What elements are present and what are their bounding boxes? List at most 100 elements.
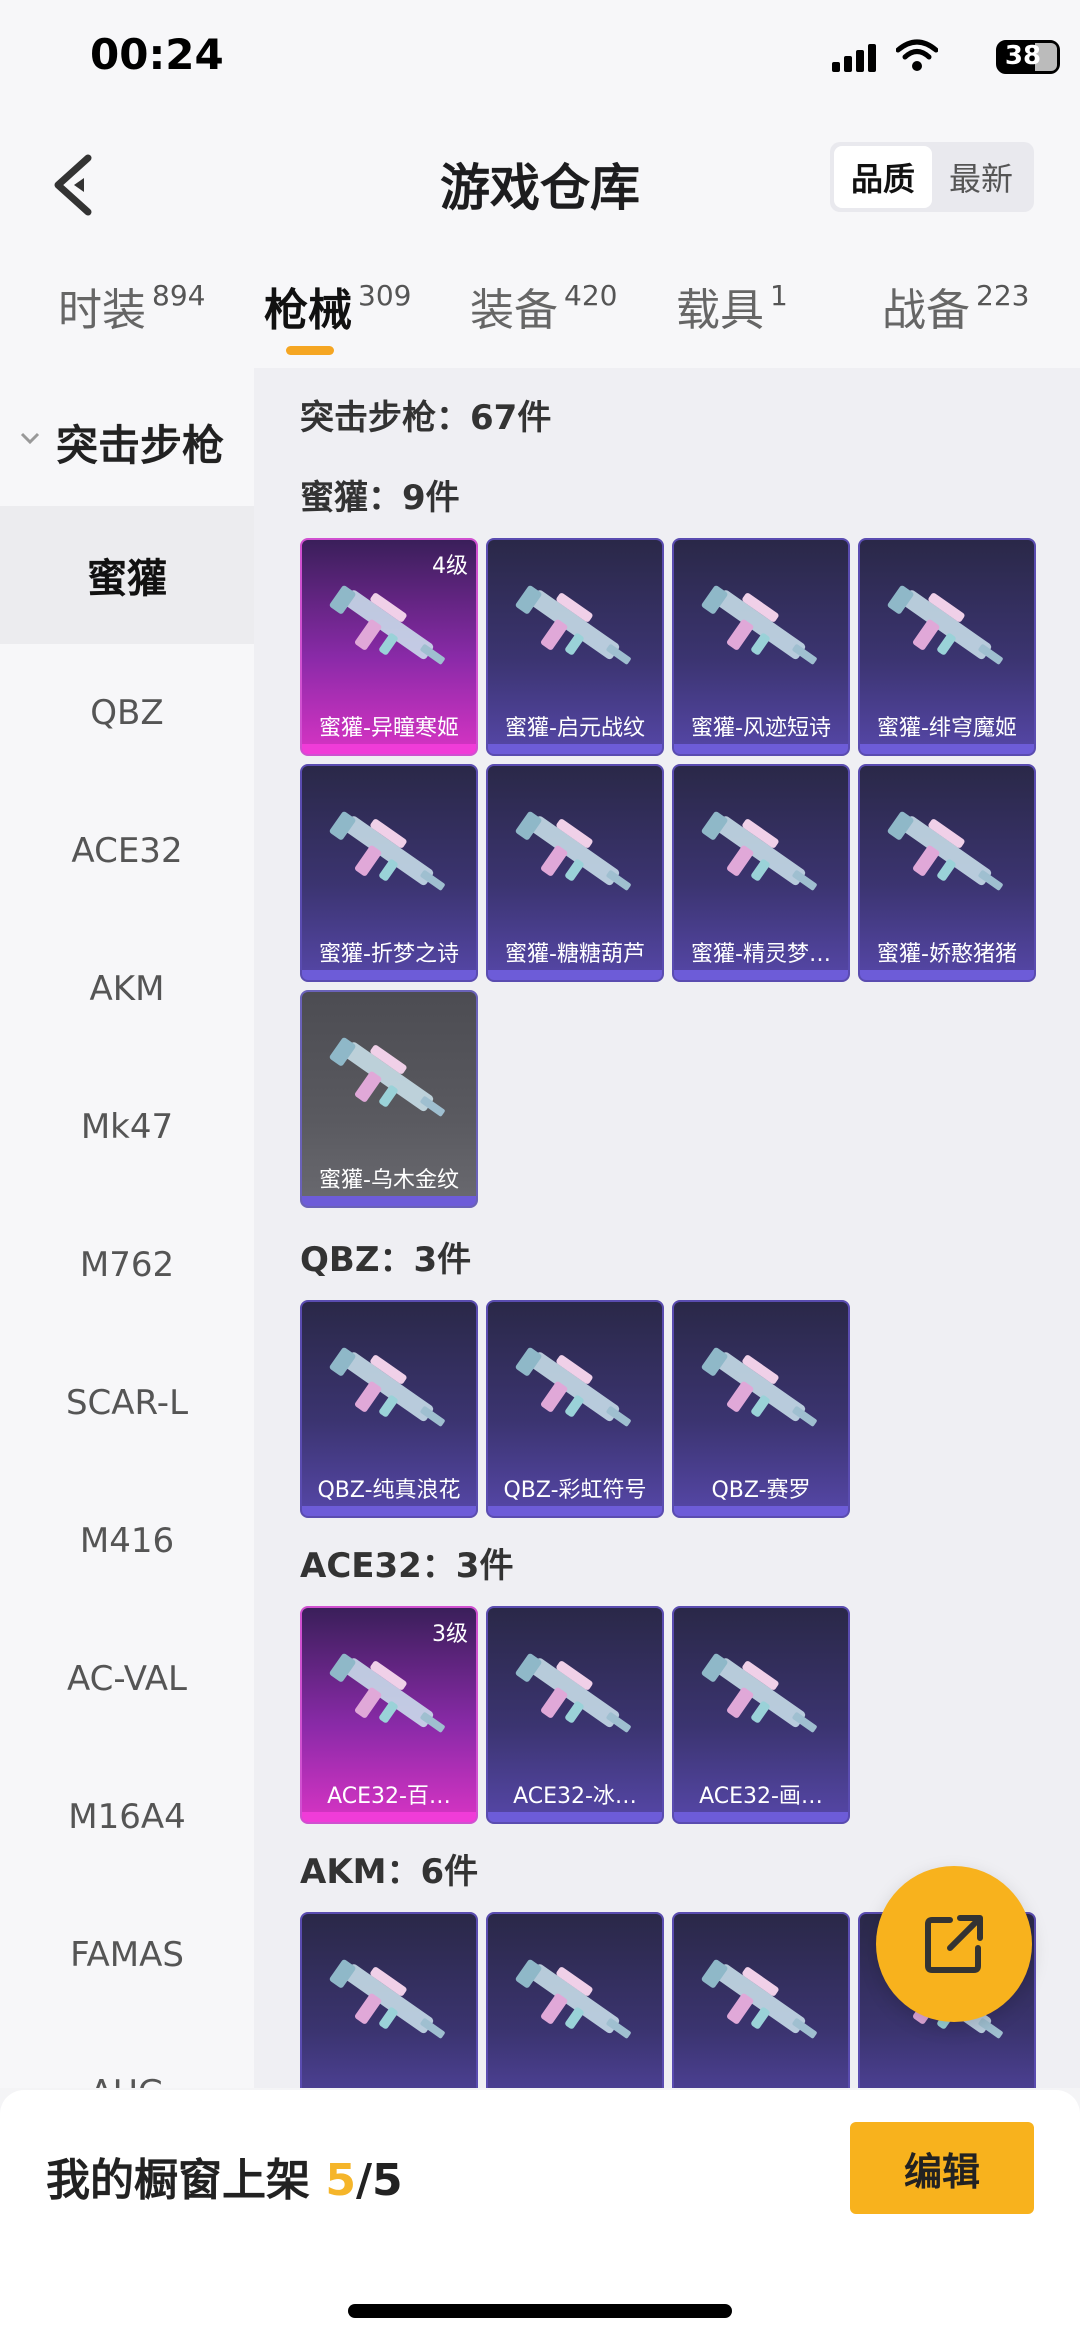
rarity-bar	[302, 1506, 476, 1516]
skin-name: ACE32-冰…	[513, 1784, 637, 1809]
rifle-icon	[701, 811, 817, 891]
weapon-skin-card[interactable]: 蜜獾-风迹短诗	[672, 538, 850, 756]
showcase-status: 我的橱窗上架 5/5	[46, 2144, 403, 2208]
rifle-icon	[887, 811, 1003, 891]
weapon-skin-card[interactable]	[486, 1912, 664, 2088]
weapon-skin-card[interactable]: ACE32-冰…	[486, 1606, 664, 1824]
skin-level: 3级	[432, 1622, 468, 1647]
sidebar-category-header[interactable]: 突击步枪	[0, 368, 254, 506]
rifle-icon	[329, 811, 445, 891]
sidebar-item-m762[interactable]: M762	[0, 1196, 254, 1334]
sidebar-item-m16a4[interactable]: M16A4	[0, 1748, 254, 1886]
rifle-icon	[701, 1959, 817, 2039]
weapon-skin-card[interactable]: QBZ-赛罗	[672, 1300, 850, 1518]
weapon-skin-card[interactable]: 蜜獾-糖糖葫芦	[486, 764, 664, 982]
rarity-bar	[488, 1812, 662, 1822]
weapon-skin-card[interactable]: 蜜獾-绯穹魔姬	[858, 538, 1036, 756]
active-tab-indicator	[286, 346, 334, 355]
tab-label: 时装	[58, 285, 146, 336]
rifle-icon	[515, 1347, 631, 1427]
tab-equipment[interactable]: 装备 420	[470, 274, 617, 338]
sort-toggle: 品质 最新	[830, 142, 1034, 212]
section-title: ACE32：3件	[300, 1546, 514, 1586]
weapon-skin-card[interactable]	[672, 1912, 850, 2088]
tab-label: 战备	[882, 285, 970, 336]
skin-name: 蜜獾-折梦之诗	[319, 942, 459, 967]
wifi-icon	[896, 39, 938, 71]
sidebar-item-m416[interactable]: M416	[0, 1472, 254, 1610]
category-summary: 突击步枪：67件	[300, 398, 552, 438]
skin-name: 蜜獾-绯穹魔姬	[877, 716, 1017, 741]
sort-newest-button[interactable]: 最新	[932, 146, 1030, 208]
showcase-total-count: 5	[372, 2155, 403, 2206]
showcase-current-count: 5	[325, 2155, 356, 2206]
rifle-icon	[329, 1959, 445, 2039]
weapon-skin-card[interactable]: 蜜獾-乌木金纹	[300, 990, 478, 1208]
weapon-skin-card[interactable]: QBZ-纯真浪花	[300, 1300, 478, 1518]
sidebar-item-mk47[interactable]: Mk47	[0, 1058, 254, 1196]
sidebar-item-ac-val[interactable]: AC-VAL	[0, 1610, 254, 1748]
rarity-bar	[860, 744, 1034, 754]
weapon-skin-card[interactable]: ACE32-画…	[672, 1606, 850, 1824]
sidebar-item-akm[interactable]: AKM	[0, 920, 254, 1058]
sort-quality-button[interactable]: 品质	[834, 146, 932, 208]
weapon-skin-card[interactable]: 蜜獾-娇憨猪猪	[858, 764, 1036, 982]
sidebar-item-famas[interactable]: FAMAS	[0, 1886, 254, 2024]
weapon-grid-panel: 突击步枪：67件 蜜獾：9件 4级 蜜獾-异瞳寒姬 蜜獾-启元战纹 蜜獾-风迹短诗 蜜獾…	[254, 368, 1080, 2088]
tab-count: 420	[564, 279, 618, 312]
tab-count: 1	[770, 279, 788, 312]
skin-name: 蜜獾-乌木金纹	[319, 1168, 459, 1193]
sidebar-item-honey-badger[interactable]: 蜜獾	[0, 506, 254, 644]
weapon-skin-card[interactable]	[300, 1912, 478, 2088]
tab-firearms[interactable]: 枪械 309	[264, 274, 411, 338]
home-indicator	[348, 2304, 732, 2318]
showcase-bar: 我的橱窗上架 5/5 编辑	[0, 2090, 1080, 2339]
tab-count: 223	[976, 279, 1030, 312]
rifle-icon	[329, 1653, 445, 1733]
weapon-skin-card[interactable]: 4级 蜜獾-异瞳寒姬	[300, 538, 478, 756]
status-time: 00:24	[90, 30, 224, 79]
sidebar-item-qbz[interactable]: QBZ	[0, 644, 254, 782]
rifle-icon	[701, 585, 817, 665]
category-tabs: 时装 894 枪械 309 装备 420 载具 1 战备 223	[0, 250, 1080, 368]
tab-tactical[interactable]: 战备 223	[882, 274, 1029, 338]
rifle-icon	[329, 1347, 445, 1427]
chevron-down-icon	[20, 432, 40, 445]
skin-name: QBZ-彩虹符号	[503, 1478, 647, 1503]
weapon-sidebar: 突击步枪 蜜獾 QBZ ACE32 AKM Mk47 M762 SCAR-L M…	[0, 368, 254, 2088]
tab-label: 装备	[470, 285, 558, 336]
sidebar-item-scar-l[interactable]: SCAR-L	[0, 1334, 254, 1472]
tab-count: 309	[358, 279, 412, 312]
rifle-icon	[515, 1959, 631, 2039]
rifle-icon	[515, 811, 631, 891]
app-root: 00:24 38 游戏仓库 品质 最新 时装 894 枪械 309 装备 420 载具…	[0, 0, 1080, 2339]
skin-name: 蜜獾-糖糖葫芦	[505, 942, 645, 967]
section-title: AKM：6件	[300, 1852, 479, 1892]
rifle-icon	[329, 1037, 445, 1117]
skin-level: 4级	[432, 554, 468, 579]
sidebar-item-ace32[interactable]: ACE32	[0, 782, 254, 920]
skin-name: QBZ-赛罗	[711, 1478, 811, 1503]
skin-name: 蜜獾-精灵梦…	[691, 942, 831, 967]
tab-count: 894	[152, 279, 206, 312]
weapon-skin-card[interactable]: 蜜獾-精灵梦…	[672, 764, 850, 982]
showcase-label: 我的橱窗上架	[46, 2155, 310, 2206]
rarity-bar	[302, 970, 476, 980]
rarity-bar	[674, 1812, 848, 1822]
rarity-bar	[674, 744, 848, 754]
header: 游戏仓库 品质 最新	[0, 120, 1080, 250]
weapon-skin-card[interactable]: 蜜獾-折梦之诗	[300, 764, 478, 982]
share-fab-button[interactable]	[876, 1866, 1032, 2022]
rarity-bar	[488, 970, 662, 980]
tab-fashion[interactable]: 时装 894	[58, 274, 205, 338]
tab-vehicles[interactable]: 载具 1	[676, 274, 788, 338]
sidebar-item-aug[interactable]: AUG	[0, 2024, 254, 2088]
rarity-bar	[488, 1506, 662, 1516]
edit-button[interactable]: 编辑	[850, 2122, 1034, 2214]
weapon-skin-card[interactable]: 3级 ACE32-百…	[300, 1606, 478, 1824]
skin-name: ACE32-百…	[327, 1784, 451, 1809]
weapon-skin-card[interactable]: 蜜獾-启元战纹	[486, 538, 664, 756]
rifle-icon	[887, 585, 1003, 665]
weapon-skin-card[interactable]: QBZ-彩虹符号	[486, 1300, 664, 1518]
status-bar: 00:24 38	[0, 0, 1080, 120]
